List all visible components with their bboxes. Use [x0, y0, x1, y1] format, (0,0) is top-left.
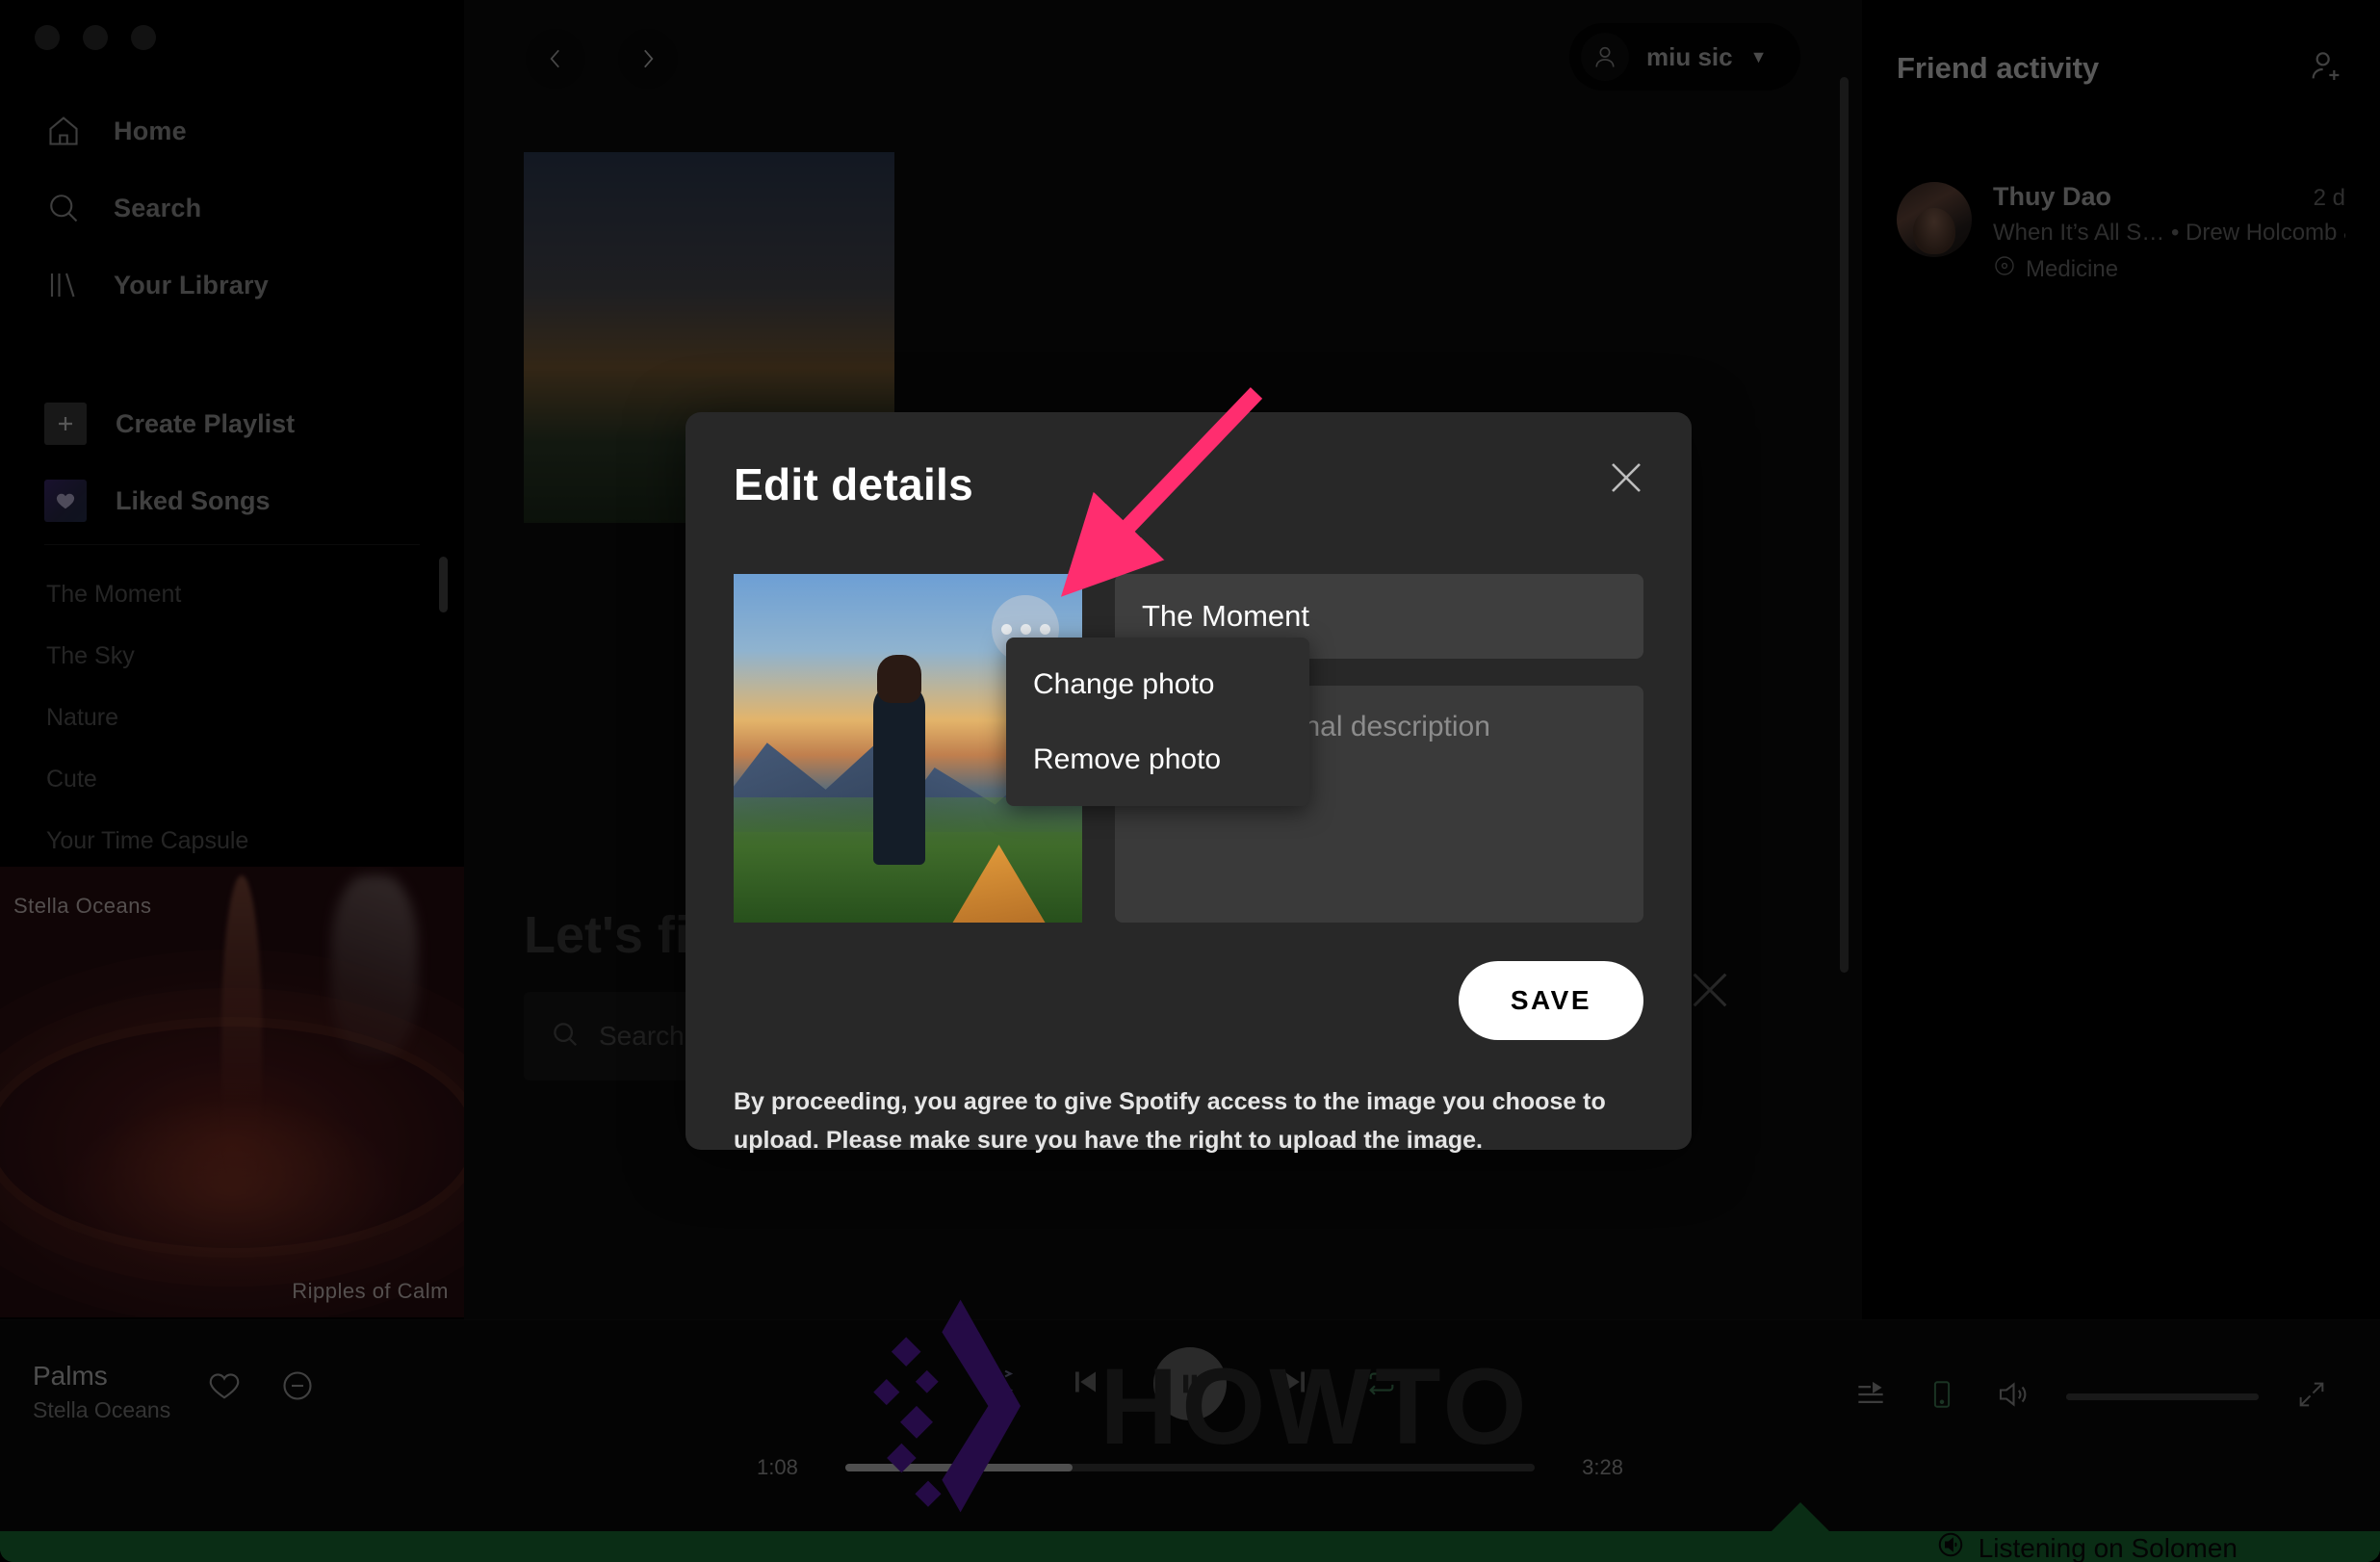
menu-item-remove-photo[interactable]: Remove photo	[1006, 722, 1309, 797]
close-icon[interactable]	[1603, 455, 1649, 501]
cover-person	[872, 655, 925, 866]
save-button[interactable]: SAVE	[1458, 961, 1643, 1040]
cover-context-menu: Change photo Remove photo	[1006, 638, 1309, 806]
dialog-actions: SAVE	[734, 961, 1643, 1040]
dialog-title: Edit details	[734, 459, 973, 509]
spotify-window: Home Search Your Library	[0, 0, 2380, 1562]
upload-legal-text: By proceeding, you agree to give Spotify…	[734, 1088, 1606, 1154]
menu-item-change-photo[interactable]: Change photo	[1006, 647, 1309, 722]
